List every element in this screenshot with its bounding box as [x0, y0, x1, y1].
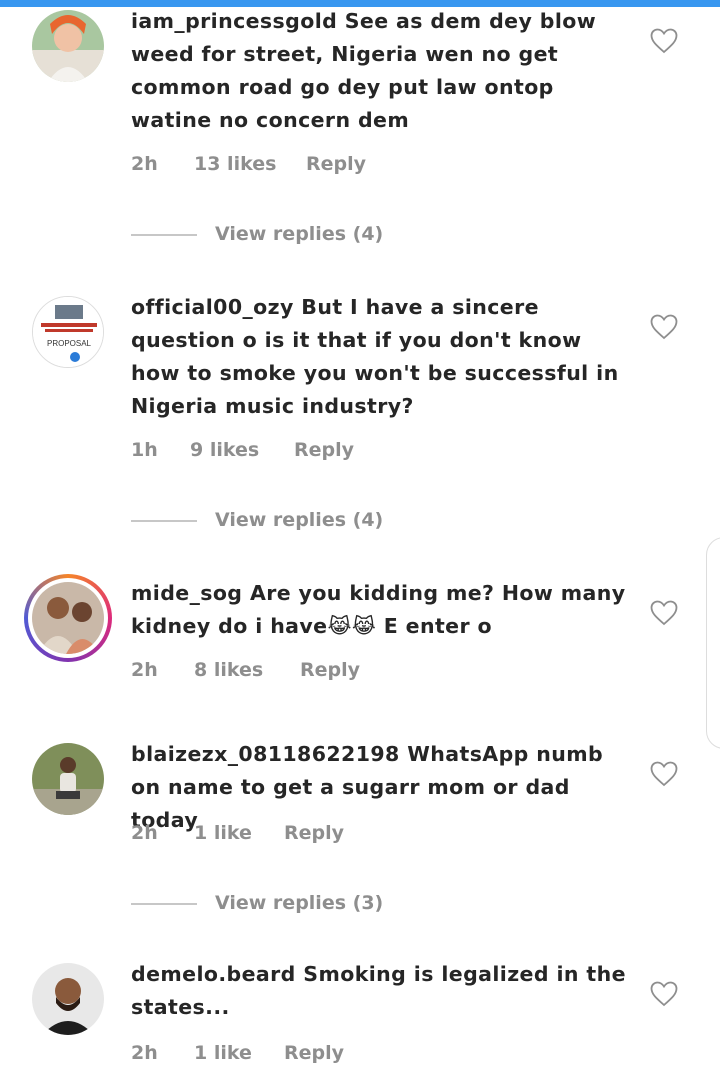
comment-username[interactable]: mide_sog: [131, 581, 242, 605]
edge-panel-handle[interactable]: [706, 537, 720, 749]
reply-button[interactable]: Reply: [300, 656, 360, 684]
comment-time: 2h: [131, 1042, 158, 1064]
reply-button[interactable]: Reply: [284, 1039, 344, 1067]
avatar-caption: PROPOSAL: [46, 339, 91, 348]
heart-outline-icon[interactable]: [650, 600, 678, 626]
comment-text: official00_ozy But I have a sincere ques…: [131, 291, 631, 423]
heart-outline-icon[interactable]: [650, 28, 678, 54]
comment-username[interactable]: demelo.beard: [131, 962, 296, 986]
comment-username[interactable]: blaizezx_08118622198: [131, 742, 400, 766]
divider: [131, 234, 197, 236]
comment-time: 1h: [131, 439, 158, 461]
comment-text: mide_sog Are you kidding me? How many ki…: [131, 577, 631, 643]
heart-outline-icon[interactable]: [650, 981, 678, 1007]
comment-likes[interactable]: 9 likes: [190, 436, 259, 464]
reply-button[interactable]: Reply: [306, 150, 366, 178]
avatar[interactable]: PROPOSAL: [32, 296, 104, 368]
avatar[interactable]: [32, 743, 104, 815]
comment-time: 2h: [131, 822, 158, 844]
reply-button[interactable]: Reply: [284, 819, 344, 847]
divider: [131, 903, 197, 905]
comment-time: 2h: [131, 659, 158, 681]
comment-likes[interactable]: 8 likes: [194, 656, 263, 684]
divider: [131, 520, 197, 522]
view-replies-button[interactable]: View replies (4): [215, 220, 383, 248]
avatar-story-ring[interactable]: [24, 574, 112, 662]
comment-username[interactable]: iam_princessgold: [131, 9, 337, 33]
reply-button[interactable]: Reply: [294, 436, 354, 464]
avatar[interactable]: [32, 10, 104, 82]
view-replies-button[interactable]: View replies (3): [215, 889, 383, 917]
comment-text: demelo.beard Smoking is legalized in the…: [131, 958, 631, 1024]
heart-outline-icon[interactable]: [650, 761, 678, 787]
avatar: [32, 582, 104, 654]
comment-text: iam_princessgold See as dem dey blow wee…: [131, 5, 631, 137]
comment-likes[interactable]: 1 like: [194, 819, 252, 847]
avatar[interactable]: [32, 963, 104, 1035]
comment-likes[interactable]: 13 likes: [194, 150, 276, 178]
comment-time: 2h: [131, 153, 158, 175]
comment-username[interactable]: official00_ozy: [131, 295, 294, 319]
view-replies-button[interactable]: View replies (4): [215, 506, 383, 534]
heart-outline-icon[interactable]: [650, 314, 678, 340]
comment-likes[interactable]: 1 like: [194, 1039, 252, 1067]
